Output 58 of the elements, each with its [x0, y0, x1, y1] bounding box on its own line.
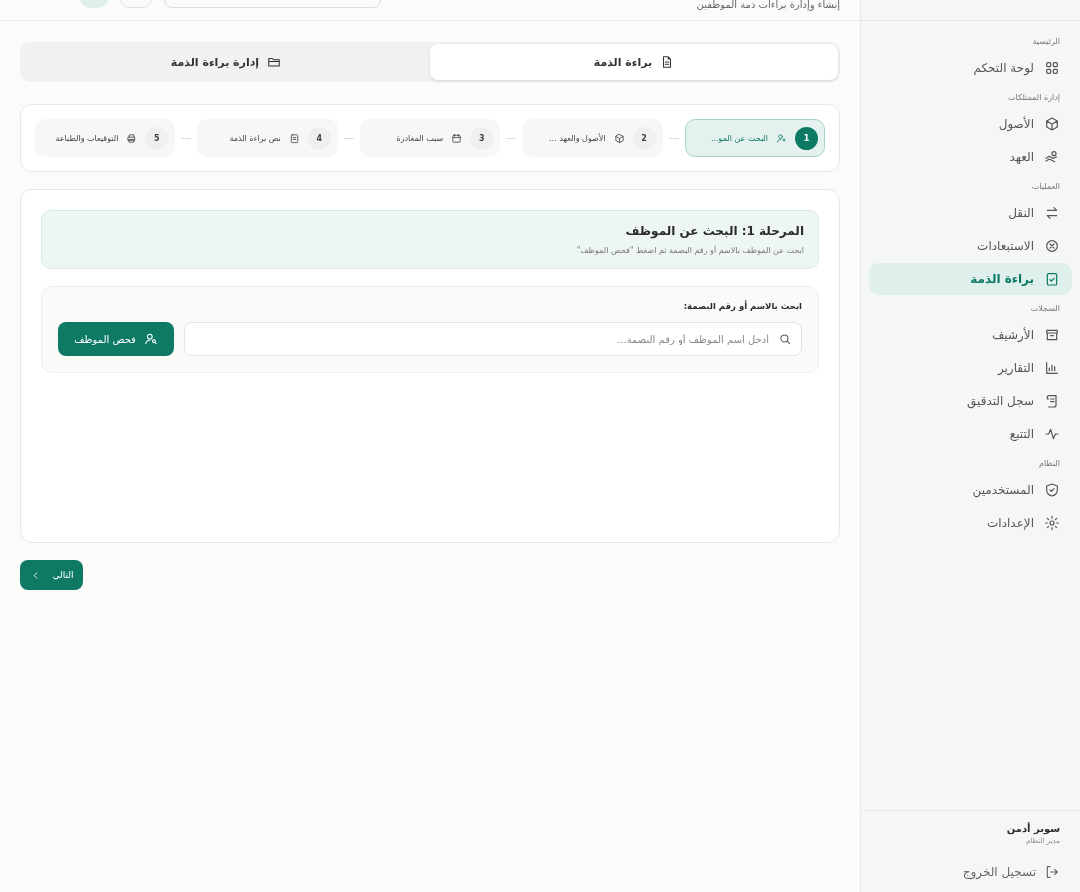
nav-icon [1044, 60, 1060, 76]
step-label: البحث عن المو... [710, 133, 768, 143]
step-icon [451, 132, 463, 144]
section-label: النظام [1037, 458, 1061, 470]
nav-item[interactable]: التقارير [869, 352, 1072, 384]
step-icon [613, 132, 625, 144]
nav-item[interactable]: الأصول [869, 108, 1072, 140]
nav-icon [1044, 426, 1060, 442]
nav-icon [1044, 271, 1060, 287]
step-icon [776, 132, 787, 144]
page-subtitle: إنشاء وإدارة براءات ذمة الموظفين [696, 0, 840, 10]
nav-icon [1044, 205, 1060, 221]
step-icon [288, 132, 300, 144]
nav-item[interactable]: التتبع [869, 418, 1072, 450]
logout-icon [1044, 864, 1060, 880]
step-icon [126, 132, 138, 144]
nav-icon [1044, 238, 1060, 254]
logout-link[interactable]: تسجيل الخروج [962, 864, 1060, 880]
step-number: 3 [470, 126, 494, 150]
tab[interactable]: إدارة براءة الذمة [22, 44, 430, 80]
step-number: 5 [145, 126, 169, 150]
nav-icon [1044, 360, 1060, 376]
step-number: 1 [795, 126, 818, 150]
nav-item[interactable]: المستخدمين [869, 474, 1072, 506]
step-label: الأصول والعهد ... [549, 133, 606, 143]
nav-item[interactable]: النقل [869, 197, 1072, 229]
nav-item[interactable]: الاستبعادات [869, 230, 1072, 262]
nav-icon [1044, 482, 1060, 498]
step-number: 4 [307, 126, 331, 150]
search-icon [778, 332, 792, 346]
section-label: إدارة الممتلكات [1007, 92, 1061, 104]
step-label: نص براءة الذمة [229, 133, 281, 143]
folder-icon [267, 55, 282, 69]
stage-title: المرحلة 1: البحث عن الموظف [625, 224, 804, 238]
nav-item[interactable]: سجل التدقيق [869, 385, 1072, 417]
nav-item[interactable]: براءة الذمة [869, 263, 1072, 295]
section-label: السجلات [1029, 303, 1061, 315]
next-button[interactable]: التالي [20, 560, 83, 590]
nav-item[interactable]: العهد [869, 141, 1072, 173]
user-name: سوبر أدمن [1006, 823, 1060, 834]
nav-icon [1044, 149, 1060, 165]
section-label: العمليات [1030, 181, 1061, 193]
nav-icon [1044, 393, 1060, 409]
step-label: التوقيعات والطباعة [55, 133, 119, 143]
check-employee-button[interactable]: فحص الموظف [58, 322, 174, 356]
nav-icon [1044, 515, 1060, 531]
nav-icon [1044, 327, 1060, 343]
nav-item[interactable]: الإعدادات [869, 507, 1072, 539]
nav-icon [1044, 116, 1060, 132]
step-number: 2 [632, 126, 656, 150]
user-search-icon [143, 332, 158, 346]
nav-item[interactable]: لوحة التحكم [869, 52, 1072, 84]
step-label: سبب المغادرة [396, 133, 444, 143]
tab[interactable]: براءة الذمة [430, 44, 838, 80]
section-label: الرئيسية [1031, 36, 1061, 48]
stage-hint: ابحث عن الموظف بالاسم أو رقم البصمة ثم اضغط "فحص الموظف" [576, 246, 804, 255]
nav-item[interactable]: الأرشيف [869, 319, 1072, 351]
search-label: ابحث بالاسم أو رقم البصمة: [683, 301, 802, 311]
